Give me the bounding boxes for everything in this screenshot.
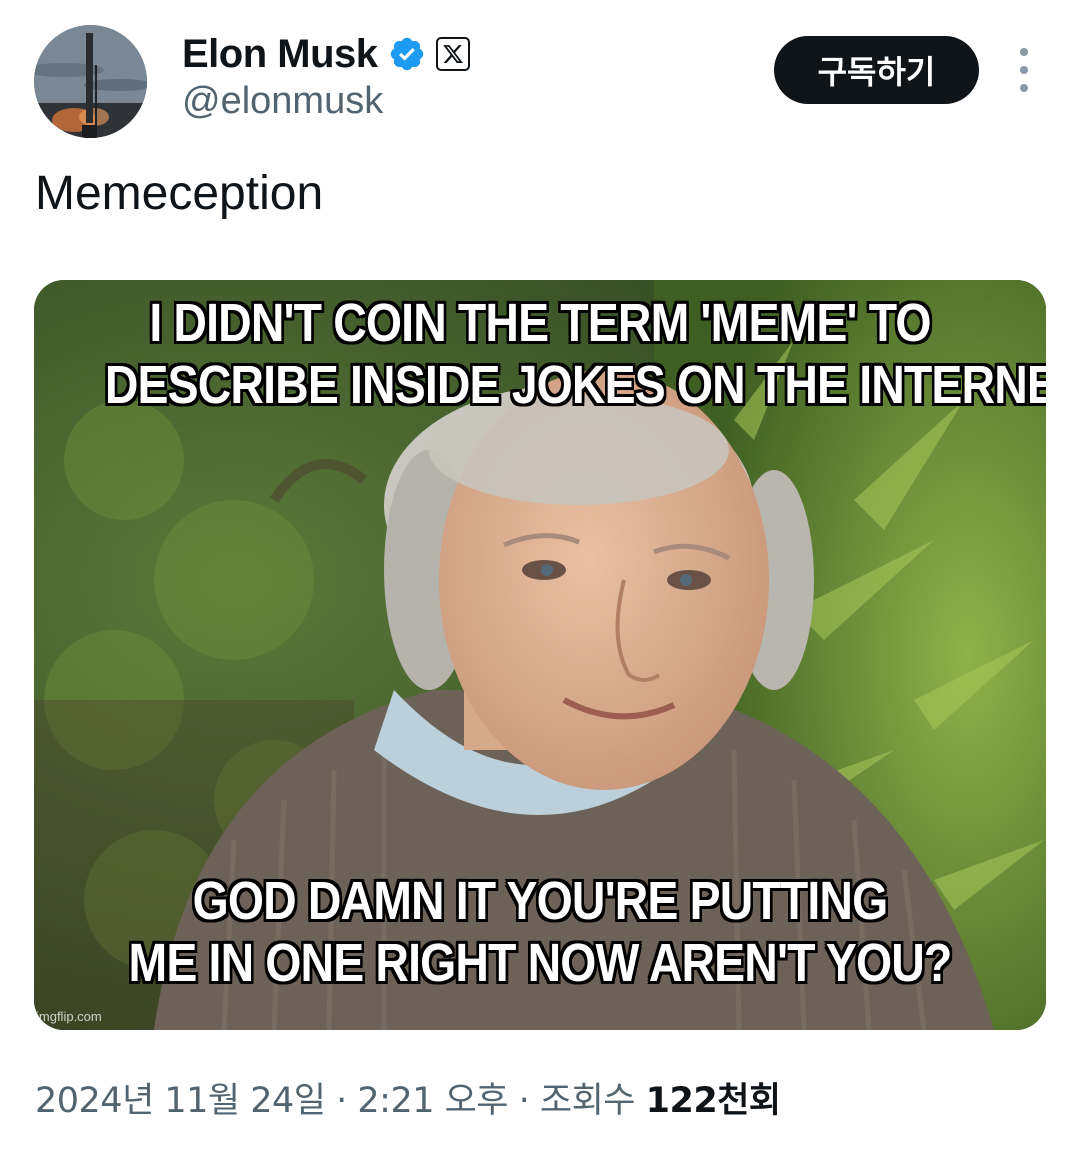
more-dot: [1020, 84, 1028, 92]
tweet-date[interactable]: 2024년 11월 24일: [35, 1081, 326, 1121]
meme-caption-top-line-1: I DIDN'T COIN THE TERM 'MEME' TO: [149, 293, 931, 353]
x-logo-icon: [435, 37, 470, 71]
image-watermark: imgflip.com: [36, 1009, 102, 1024]
tweet-media-image[interactable]: I DIDN'T COIN THE TERM 'MEME' TO DESCRIB…: [34, 280, 1046, 1030]
tweet-meta: 2024년 11월 24일 · 2:21 오후 · 조회수 122천회: [35, 1072, 781, 1123]
meme-caption-top-line-2: DESCRIBE INSIDE JOKES ON THE INTERNET: [104, 355, 1046, 415]
meme-caption-bottom-line-1: GOD DAMN IT YOU'RE PUTTING: [192, 871, 889, 931]
tweet-text: Memeception: [35, 167, 324, 220]
author-display-name[interactable]: Elon Musk: [182, 32, 378, 77]
author-handle[interactable]: @elonmusk: [182, 80, 383, 123]
more-options-icon[interactable]: [1004, 48, 1044, 92]
more-dot: [1020, 66, 1028, 74]
author-name-row: Elon Musk: [182, 28, 470, 80]
tweet-time[interactable]: 2:21 오후: [357, 1081, 508, 1121]
meme-caption-bottom: GOD DAMN IT YOU'RE PUTTING ME IN ONE RIG…: [105, 870, 975, 994]
meme-caption-bottom-line-2: ME IN ONE RIGHT NOW AREN'T YOU?: [128, 933, 953, 993]
verified-badge-icon[interactable]: [388, 35, 426, 73]
meta-separator: ·: [508, 1081, 540, 1121]
subscribe-button[interactable]: 구독하기: [774, 36, 979, 104]
meme-caption-top: I DIDN'T COIN THE TERM 'MEME' TO DESCRIB…: [104, 292, 1046, 416]
views-count: 122천회: [645, 1081, 781, 1121]
avatar[interactable]: [34, 25, 147, 138]
views-label: 조회수: [539, 1081, 636, 1121]
meta-separator: ·: [325, 1081, 358, 1121]
more-dot: [1020, 48, 1028, 56]
